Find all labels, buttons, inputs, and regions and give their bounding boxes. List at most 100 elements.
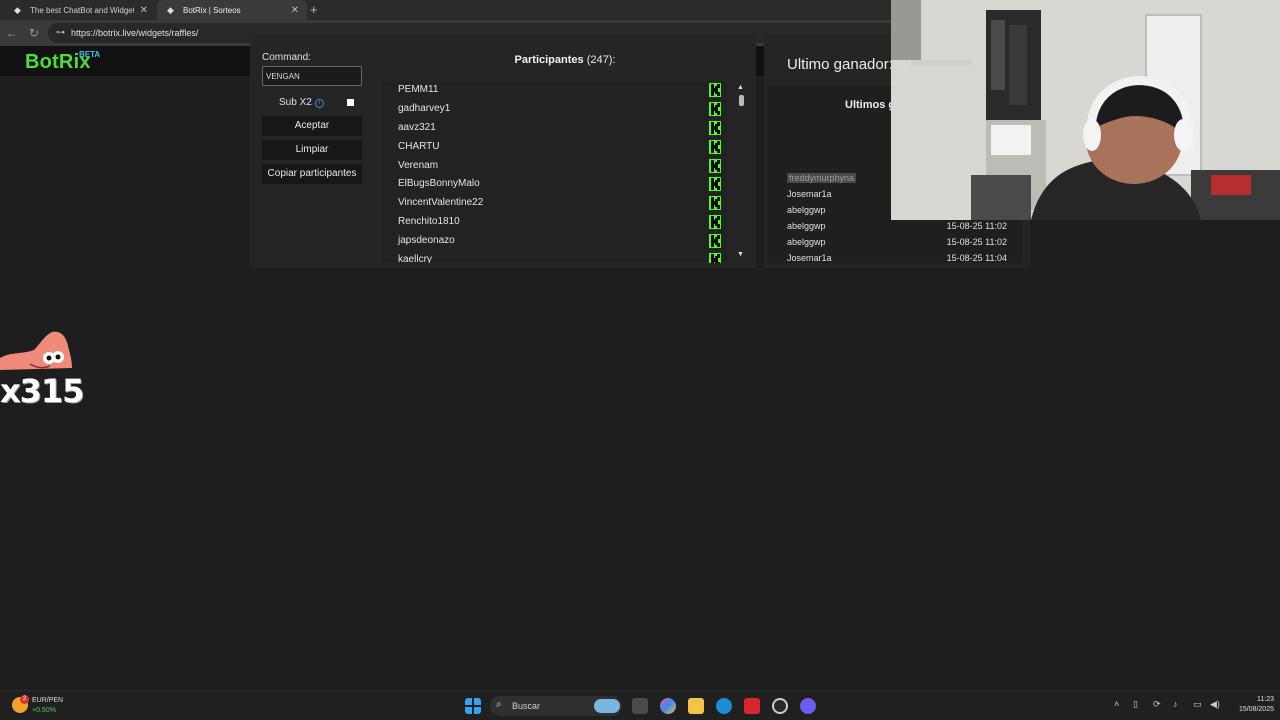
kick-icon <box>709 121 721 135</box>
participants-title-text: Participantes <box>514 54 584 66</box>
sticker-count-text: x315 <box>0 372 84 410</box>
kick-icon <box>709 159 721 173</box>
windows-taskbar: 2 EUR/PEN +0.50% ⌕ Buscar ˄ ▯ ⟳ ♪ ▭ ◀) 1… <box>0 690 1280 720</box>
winner-date: 15-08-25 11:02 <box>946 237 1007 247</box>
search-highlight-icon <box>594 699 620 713</box>
chevron-up-icon[interactable]: ˄ <box>1114 699 1119 709</box>
tab-title: BotRix | Sorteos <box>183 5 241 15</box>
participant-name: ElBugsBonnyMalo <box>398 178 480 189</box>
clear-button[interactable]: Limpiar <box>262 140 362 160</box>
participant-name: VincentValentine22 <box>398 197 484 208</box>
microphone-icon[interactable]: ♪ <box>1173 699 1178 709</box>
sub-x2-checkbox[interactable] <box>347 99 354 106</box>
winner-name: Josemar1a <box>787 189 832 199</box>
wps-office-icon[interactable] <box>744 698 760 714</box>
participant-row: aavz321 <box>383 119 727 137</box>
winner-row: abelggwp 15-08-25 11:02 <box>787 237 1007 251</box>
scrollbar-thumb[interactable] <box>739 95 744 106</box>
botrix-favicon-icon: ◆ <box>14 5 21 15</box>
scroll-down-arrow-icon[interactable]: ▼ <box>737 251 744 258</box>
browser-tab[interactable]: ◆ The best ChatBot and Widgets fo ✕ <box>4 0 156 20</box>
notification-badge: 2 <box>20 695 29 704</box>
screen: { "browser": { "tabs": [ {"title": "The … <box>0 0 1280 720</box>
participants-title: Participantes (247): <box>383 54 747 66</box>
taskbar-search-box[interactable]: ⌕ Buscar <box>490 696 622 716</box>
kick-icon <box>709 102 721 116</box>
volume-icon[interactable]: ◀) <box>1210 699 1220 710</box>
kick-icon <box>709 196 721 210</box>
participant-row: Verenam <box>383 157 727 175</box>
beta-badge: BETA <box>79 50 101 59</box>
participant-name: CHARTU <box>398 141 440 152</box>
participant-row: VincentValentine22 <box>383 194 727 212</box>
ticker-name[interactable]: EUR/PEN <box>32 697 63 704</box>
close-tab-icon[interactable]: ✕ <box>291 5 299 16</box>
participant-row: gadharvey1 <box>383 100 727 118</box>
participant-row: Renchito1810 <box>383 213 727 231</box>
reload-icon[interactable]: ↻ <box>26 25 42 41</box>
participant-row: ElBugsBonnyMalo <box>383 175 727 193</box>
info-icon[interactable]: i <box>315 99 324 108</box>
search-icon: ⌕ <box>496 699 502 710</box>
winner-date: 15-08-25 11:04 <box>946 253 1007 263</box>
participant-row: japsdeonazo <box>383 232 727 250</box>
copy-participants-button[interactable]: Copiar participantes <box>262 164 362 184</box>
winner-name: abelggwp <box>787 205 826 215</box>
winner-date: 15-08-25 11:02 <box>946 221 1007 231</box>
participant-row: kaellcry <box>383 251 727 263</box>
winner-name: abelggwp <box>787 237 826 247</box>
winner-name: Josemar1a <box>787 253 832 263</box>
botrix-favicon-icon: ◆ <box>167 5 174 15</box>
participant-name: kaellcry <box>398 254 432 263</box>
participant-name: Verenam <box>398 160 439 171</box>
task-view-icon[interactable] <box>632 698 648 714</box>
participant-name: gadharvey1 <box>398 103 451 114</box>
scroll-up-arrow-icon[interactable]: ▲ <box>737 84 744 91</box>
new-tab-plus-icon[interactable]: + <box>310 1 324 19</box>
participants-list[interactable]: PEMM11 gadharvey1 aavz321 CHARTU Verenam… <box>383 81 727 263</box>
clock-time: 11:23 <box>1257 696 1274 703</box>
last-winners-title: Ultimos g <box>845 99 896 111</box>
copilot-icon[interactable] <box>660 698 676 714</box>
browser-tab-active[interactable]: ◆ BotRix | Sorteos ✕ <box>157 0 307 20</box>
discord-icon[interactable] <box>800 698 816 714</box>
site-info-icon[interactable]: ⊶ <box>56 27 65 38</box>
edge-browser-icon[interactable] <box>716 698 732 714</box>
participant-name: japsdeonazo <box>398 235 455 246</box>
obs-studio-icon[interactable] <box>772 698 788 714</box>
participant-name: Renchito1810 <box>398 216 460 227</box>
participant-name: PEMM11 <box>398 84 439 95</box>
back-arrow-icon[interactable]: ← <box>4 25 20 41</box>
command-label: Command: <box>262 52 311 63</box>
webcam-feed-image <box>891 0 1280 220</box>
clock[interactable]: 11:23 15/08/2025 <box>1226 695 1274 715</box>
winner-name: abelggwp <box>787 221 826 231</box>
tab-title: The best ChatBot and Widgets fo <box>30 5 134 15</box>
ticker-change: +0.50% <box>32 707 56 714</box>
sync-icon[interactable]: ⟳ <box>1153 699 1161 710</box>
kick-icon <box>709 215 721 229</box>
participant-row: PEMM11 <box>383 81 727 99</box>
search-placeholder: Buscar <box>512 701 541 711</box>
winner-name: freddymurphyna <box>787 173 857 183</box>
kick-icon <box>709 177 721 191</box>
winner-row: Josemar1a 15-08-25 11:04 <box>787 253 1007 267</box>
windows-start-icon[interactable] <box>465 698 481 714</box>
file-explorer-icon[interactable] <box>688 698 704 714</box>
command-input[interactable] <box>262 66 362 86</box>
winner-row: abelggwp 15-08-25 11:02 <box>787 221 1007 235</box>
clock-date: 15/08/2025 <box>1238 706 1274 713</box>
kick-icon <box>709 253 721 263</box>
last-winner-title: Ultimo ganador: <box>787 56 893 73</box>
accept-button[interactable]: Aceptar <box>262 116 362 136</box>
kick-icon <box>709 83 721 97</box>
participant-name: aavz321 <box>398 122 436 133</box>
close-tab-icon[interactable]: ✕ <box>140 5 148 16</box>
url-text: https://botrix.live/widgets/raffles/ <box>71 28 199 38</box>
kick-icon <box>709 234 721 248</box>
participants-count: (247): <box>586 54 616 66</box>
display-icon[interactable]: ▭ <box>1193 699 1202 710</box>
kick-icon <box>709 140 721 154</box>
battery-icon[interactable]: ▯ <box>1133 699 1138 710</box>
participant-row: CHARTU <box>383 138 727 156</box>
